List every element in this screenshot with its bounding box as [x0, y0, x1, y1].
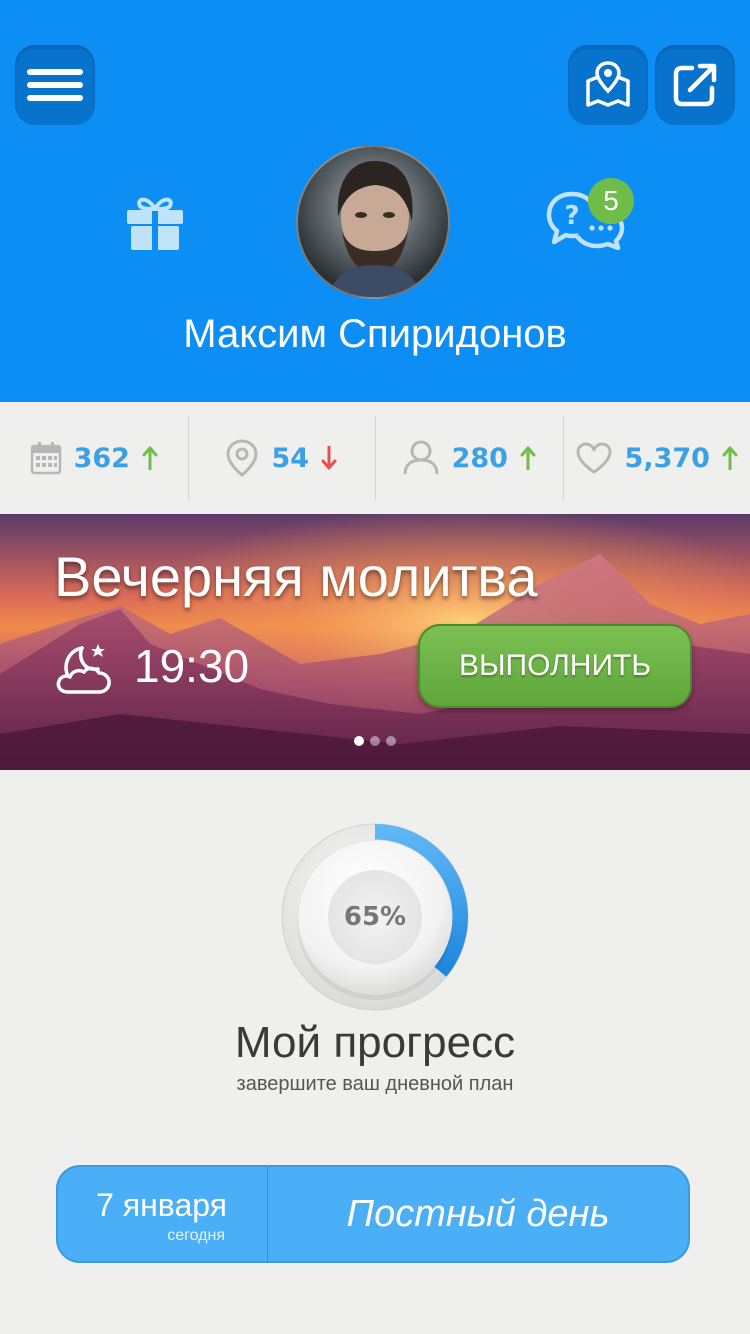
- profile-header: ? 5 Максим Спиридонов: [0, 0, 750, 402]
- banner-time: 19:30: [134, 640, 250, 692]
- svg-text:?: ?: [564, 201, 579, 231]
- gift-icon[interactable]: [124, 190, 186, 252]
- day-date: 7 января: [96, 1187, 227, 1223]
- prayer-banner[interactable]: Вечерняя молитва 19:30 ВЫПОЛНИТЬ: [0, 514, 750, 770]
- map-icon: [586, 61, 630, 107]
- progress-title: Мой прогресс: [234, 1018, 516, 1067]
- messages-badge: 5: [588, 178, 634, 224]
- progress-percent: 65%: [343, 902, 407, 932]
- carousel-dot[interactable]: [386, 736, 396, 746]
- carousel-dots[interactable]: [354, 736, 396, 746]
- user-name: Максим Спиридонов: [183, 312, 567, 356]
- day-bar[interactable]: 7 января сегодня Постный день: [56, 1165, 690, 1263]
- banner-title: Вечерняя молитва: [54, 545, 538, 608]
- stat-value: 54: [271, 442, 310, 474]
- progress-subtitle: завершите ваш дневной план: [236, 1073, 514, 1095]
- stat-days[interactable]: 362: [0, 402, 188, 514]
- moon-cloud-icon: [56, 644, 111, 694]
- avatar[interactable]: [296, 145, 450, 299]
- heart-icon: [576, 442, 612, 474]
- trend-up-icon: [722, 446, 738, 470]
- trend-down-icon: [321, 446, 337, 470]
- location-pin-icon: [226, 439, 258, 477]
- complete-button[interactable]: ВЫПОЛНИТЬ: [418, 624, 692, 708]
- day-date-block[interactable]: 7 января сегодня: [58, 1167, 268, 1261]
- map-button[interactable]: [568, 45, 648, 125]
- stat-likes[interactable]: 5,370: [562, 402, 750, 514]
- day-name: Постный день: [346, 1192, 610, 1235]
- stat-friends[interactable]: 280: [375, 402, 563, 514]
- trend-up-icon: [520, 446, 536, 470]
- share-button[interactable]: [655, 45, 735, 125]
- carousel-dot[interactable]: [354, 736, 364, 746]
- stat-places[interactable]: 54: [187, 402, 376, 514]
- menu-button[interactable]: [15, 45, 95, 125]
- day-today-label: сегодня: [167, 1227, 225, 1244]
- hamburger-icon: [27, 62, 83, 108]
- stat-value: 362: [73, 442, 130, 474]
- stat-value: 5,370: [624, 442, 710, 474]
- stat-value: 280: [451, 442, 508, 474]
- user-icon: [403, 440, 439, 475]
- progress-dial[interactable]: 65%: [280, 822, 470, 1012]
- avatar-photo: [328, 161, 422, 297]
- trend-up-icon: [142, 446, 158, 470]
- calendar-icon: [30, 442, 61, 475]
- stats-bar: 362 54 280 5,370: [0, 402, 750, 514]
- carousel-dot[interactable]: [370, 736, 380, 746]
- share-icon: [673, 63, 717, 107]
